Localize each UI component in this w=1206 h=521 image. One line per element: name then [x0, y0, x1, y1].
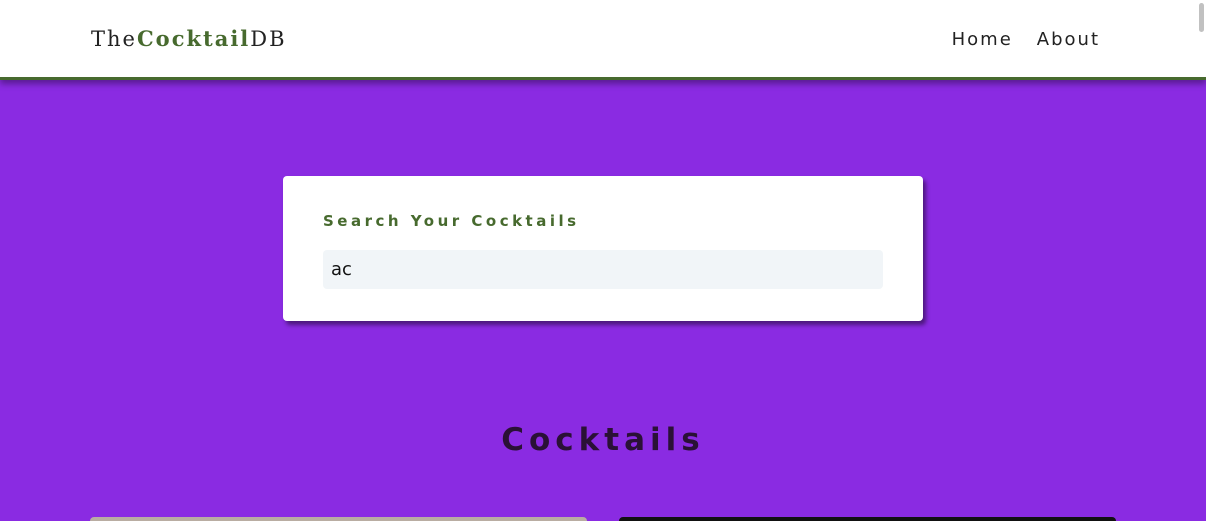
search-label: Search Your Cocktails: [323, 212, 580, 230]
cocktail-card[interactable]: [90, 517, 587, 521]
nav-links: Home About: [952, 29, 1100, 50]
logo-prefix: The: [91, 27, 137, 51]
search-input[interactable]: [323, 250, 883, 289]
site-logo[interactable]: TheCocktailDB: [91, 26, 287, 51]
logo-brand: Cocktail: [136, 26, 251, 51]
nav-link-home[interactable]: Home: [952, 29, 1013, 50]
search-card: Search Your Cocktails: [283, 176, 923, 321]
nav-link-about[interactable]: About: [1037, 29, 1100, 50]
cocktail-card[interactable]: [619, 517, 1116, 521]
scrollbar-thumb[interactable]: [1199, 3, 1204, 32]
section-title: Cocktails: [501, 422, 705, 458]
logo-suffix: DB: [250, 27, 287, 51]
navbar: TheCocktailDB Home About: [0, 0, 1206, 80]
